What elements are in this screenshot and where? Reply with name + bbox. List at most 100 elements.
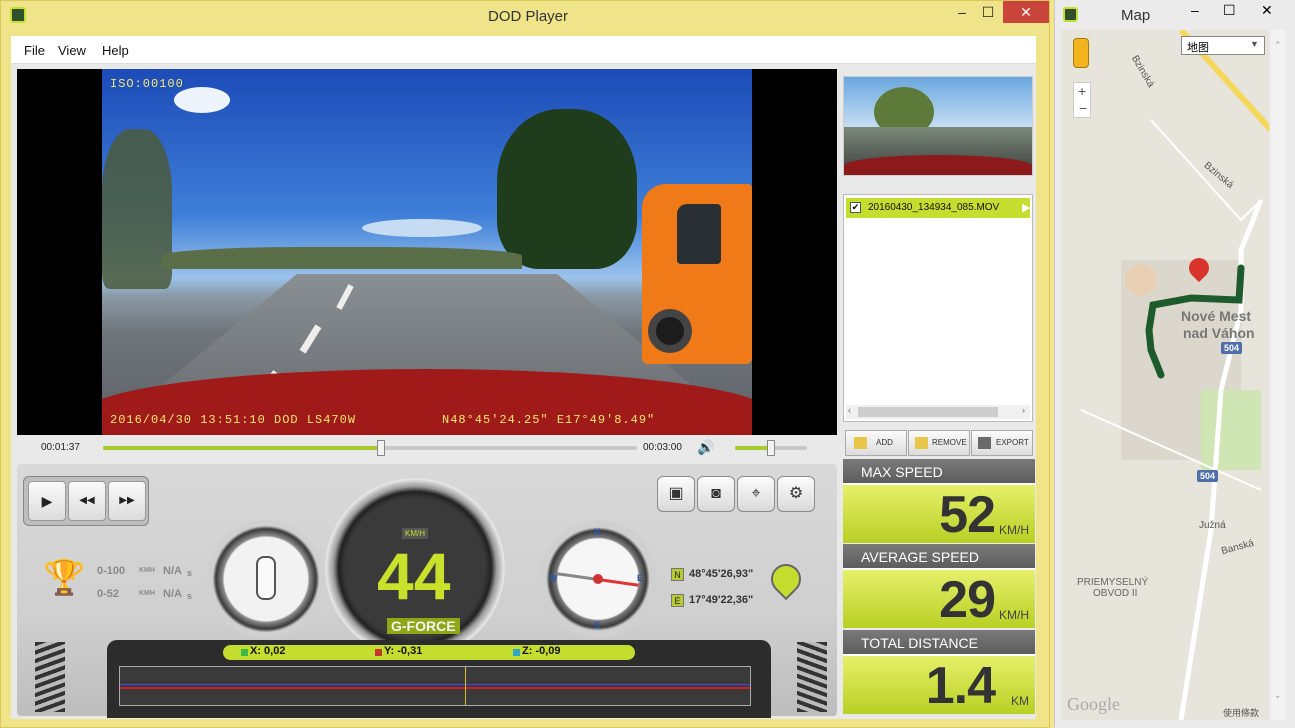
- scroll-thumb[interactable]: [858, 407, 998, 417]
- stat-value-0-52: N/A: [163, 588, 182, 600]
- osd-gps: N48°45'24.25" E17°49'8.49": [442, 413, 656, 427]
- osd-iso: ISO:00100: [110, 77, 184, 91]
- graph-line-z: [120, 684, 750, 685]
- grille-left: [35, 642, 65, 712]
- latitude-value: 48°45'26,93": [689, 568, 754, 580]
- terms-link[interactable]: 使用條款: [1223, 706, 1259, 719]
- google-logo: Google: [1067, 694, 1120, 714]
- rewind-button[interactable]: ◀◀: [68, 481, 106, 521]
- route-shield: 504: [1221, 342, 1243, 354]
- latitude-tag: N: [671, 568, 684, 581]
- stat-label-0-52: 0-52: [97, 588, 120, 600]
- avg-speed-panel: 29 KM/H: [843, 568, 1035, 629]
- gy-value: Y: -0,31: [384, 645, 423, 657]
- gz-value: Z: -0,09: [522, 645, 561, 657]
- volume-handle[interactable]: [767, 440, 775, 456]
- compass-n: N: [594, 527, 601, 537]
- tree-shape: [497, 109, 637, 269]
- van-window: [677, 204, 721, 264]
- max-speed-value: 52: [939, 486, 996, 544]
- stat-label-0-100: 0-100: [97, 565, 126, 577]
- max-speed-unit: KM/H: [999, 523, 1029, 537]
- map-minimize-button[interactable]: –: [1191, 2, 1199, 18]
- file-list: ✔ 20160430_134934_085.MOV ▶ ‹ ›: [843, 194, 1033, 422]
- camera-icon[interactable]: ◙: [697, 476, 735, 512]
- map-type-select[interactable]: 地图 ▼: [1181, 36, 1265, 55]
- export-button[interactable]: EXPORT: [971, 430, 1033, 456]
- compass-e: E: [637, 573, 644, 583]
- map-canvas: [1080, 30, 1269, 720]
- stat-suffix-0-100: s: [187, 568, 193, 578]
- map-title: Map: [1121, 7, 1151, 24]
- scroll-left-icon[interactable]: ‹: [848, 405, 851, 415]
- max-speed-header: MAX SPEED: [843, 459, 1035, 485]
- seek-bar[interactable]: [103, 440, 637, 456]
- play-button[interactable]: ▶: [28, 481, 66, 521]
- grille-right: [797, 642, 827, 712]
- location-pin-icon[interactable]: [764, 557, 808, 601]
- dashboard-panel: ▶ ◀◀ ▶▶ ▣ ◙ ⌖ ⚙ 🏆 0-100 KMH N/A s 0-52 K…: [17, 464, 837, 718]
- total-time: 00:03:00: [643, 442, 682, 453]
- volume-icon[interactable]: 🔊: [697, 439, 714, 456]
- scroll-right-icon[interactable]: ›: [1022, 405, 1025, 415]
- fast-forward-button[interactable]: ▶▶: [108, 481, 146, 521]
- zoom-control: + −: [1073, 82, 1091, 118]
- avg-speed-value: 29: [939, 571, 996, 629]
- cloud-shape: [362, 219, 482, 237]
- car-top-icon: [256, 556, 276, 600]
- video-thumbnail[interactable]: [843, 76, 1033, 176]
- stat-unit-0-100: KMH: [139, 567, 155, 574]
- current-time: 00:01:37: [41, 442, 80, 453]
- scroll-down-icon[interactable]: ⌄: [1274, 690, 1282, 701]
- horizontal-scrollbar[interactable]: ‹ ›: [846, 405, 1030, 419]
- add-button[interactable]: ADD: [845, 430, 907, 456]
- map-maximize-button[interactable]: ☐: [1223, 2, 1236, 19]
- play-arrow-icon: ▶: [1022, 202, 1031, 214]
- zoom-out-button[interactable]: −: [1079, 100, 1087, 116]
- compass-s: S: [594, 620, 601, 630]
- street-view-icon[interactable]: [1073, 38, 1089, 68]
- total-distance-value: 1.4: [925, 657, 996, 715]
- town-label: nad Váhon: [1183, 325, 1255, 341]
- total-distance-panel: 1.4 KM: [843, 654, 1035, 715]
- thumb-hood: [844, 155, 1032, 175]
- map-scrollbar[interactable]: ⌃ ⌄: [1271, 30, 1285, 720]
- volume-slider[interactable]: [735, 440, 807, 456]
- graph-line-y: [120, 687, 750, 689]
- remove-icon: [915, 437, 928, 449]
- map-window: Map – ☐ ✕ + − 地图 ▼ Bzinská Bzinská Nové …: [1054, 0, 1295, 728]
- scroll-up-icon[interactable]: ⌃: [1274, 40, 1282, 51]
- export-label: EXPORT: [996, 438, 1029, 447]
- longitude-tag: E: [671, 594, 684, 607]
- district-label: OBVOD II: [1093, 588, 1138, 599]
- gear-icon[interactable]: ⚙: [777, 476, 815, 512]
- gx-swatch: [241, 649, 248, 656]
- avg-speed-header: AVERAGE SPEED: [843, 544, 1035, 570]
- stat-suffix-0-52: s: [187, 591, 193, 601]
- menu-view[interactable]: View: [58, 43, 86, 58]
- avg-speed-unit: KM/H: [999, 608, 1029, 622]
- seek-handle[interactable]: [376, 440, 385, 456]
- zoom-in-button[interactable]: +: [1078, 83, 1086, 99]
- remove-button[interactable]: REMOVE: [908, 430, 970, 456]
- add-label: ADD: [876, 438, 893, 447]
- gforce-label: G-FORCE: [387, 618, 460, 634]
- maximize-button[interactable]: ☐: [971, 1, 1005, 23]
- app-logo-icon: [10, 7, 26, 23]
- video-viewport[interactable]: ISO:00100 2016/04/30 13:51:10 DOD LS470W…: [17, 69, 837, 435]
- file-checkbox[interactable]: ✔: [850, 202, 861, 213]
- map-view[interactable]: + − 地图 ▼ Bzinská Bzinská Nové Mest nad V…: [1061, 30, 1269, 720]
- stat-unit-0-52: KMH: [139, 590, 155, 597]
- add-icon: [854, 437, 867, 449]
- gforce-graph: [119, 666, 751, 706]
- snapshot-icon[interactable]: ▣: [657, 476, 695, 512]
- map-type-value: 地图: [1187, 42, 1209, 54]
- map-close-button[interactable]: ✕: [1261, 2, 1273, 19]
- menu-help[interactable]: Help: [102, 43, 129, 58]
- map-pin-icon[interactable]: ⌖: [737, 476, 775, 512]
- file-item[interactable]: ✔ 20160430_134934_085.MOV ▶: [846, 198, 1030, 218]
- close-button[interactable]: ✕: [1003, 1, 1049, 23]
- menu-file[interactable]: File: [24, 43, 45, 58]
- route-shield: 504: [1197, 470, 1219, 482]
- title-bar[interactable]: DOD Player – ☐ ✕: [1, 1, 1049, 31]
